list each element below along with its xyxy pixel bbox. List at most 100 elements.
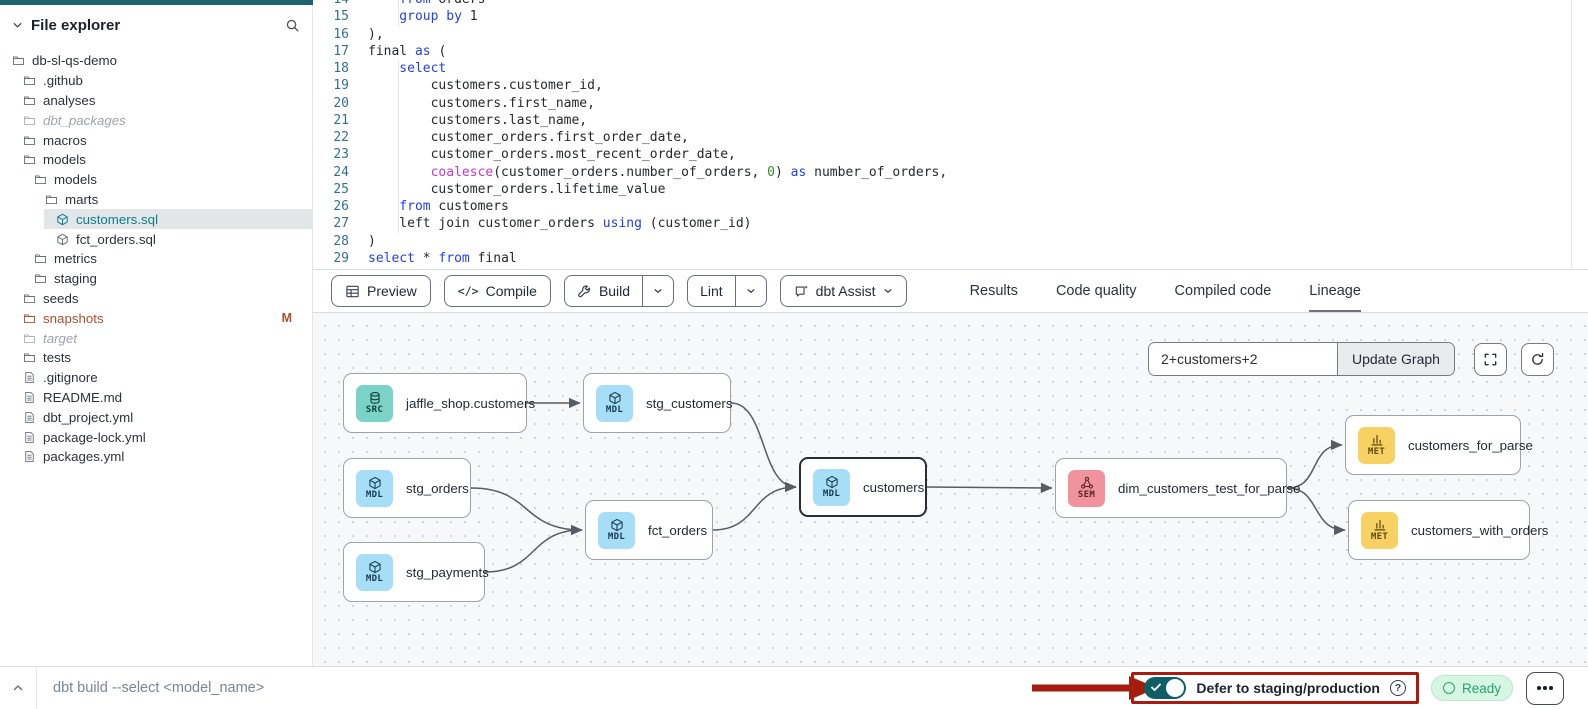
lineage-node-stg_orders[interactable]: MDLstg_orders	[343, 458, 471, 518]
tree-item-label: .github	[43, 73, 83, 88]
line-number: 19	[313, 77, 349, 94]
tree-item-target[interactable]: target	[0, 328, 312, 348]
preview-button[interactable]: Preview	[331, 275, 431, 307]
met-badge: MET	[1361, 512, 1398, 549]
search-icon[interactable]	[285, 18, 300, 33]
code-brackets-icon: </>	[458, 284, 479, 298]
lineage-node-jaffle_shop.customers[interactable]: SRCjaffle_shop.customers	[343, 373, 527, 433]
tab-code-quality[interactable]: Code quality	[1056, 270, 1137, 312]
lint-split-button: Lint	[687, 275, 767, 307]
build-button[interactable]: Build	[565, 276, 642, 306]
tree-item--github[interactable]: .github	[0, 71, 312, 91]
model-icon	[56, 213, 69, 226]
lineage-node-dim_customers_test_for_parse[interactable]: SEMdim_customers_test_for_parse	[1055, 458, 1287, 518]
code-line-19: 19 customers.customer_id,	[313, 77, 947, 94]
line-number: 26	[313, 198, 349, 215]
tree-item-packages-yml[interactable]: packages.yml	[0, 447, 312, 467]
modified-badge: M	[282, 311, 292, 325]
build-split-button: Build	[564, 275, 674, 307]
tree-item-readme-md[interactable]: README.md	[0, 388, 312, 408]
help-icon[interactable]: ?	[1390, 680, 1406, 696]
tree-item-metrics[interactable]: metrics	[0, 249, 312, 269]
node-label: customers_for_parse	[1408, 438, 1533, 453]
build-dropdown-chevron-icon[interactable]	[642, 276, 673, 306]
folder-icon	[23, 292, 36, 305]
file-explorer-panel: File explorer db-sl-qs-demo .github analys…	[0, 5, 313, 666]
line-number: 17	[313, 43, 349, 60]
status-badge[interactable]: Ready	[1431, 675, 1513, 701]
tree-item-label: staging	[54, 271, 97, 286]
folder-icon	[23, 114, 36, 127]
ready-label: Ready	[1462, 681, 1501, 696]
node-label: customers_with_orders	[1411, 523, 1548, 538]
code-editor[interactable]: 14from orders15group by 116),17final as …	[313, 0, 1588, 270]
wrench-icon	[577, 284, 592, 299]
file-icon	[23, 450, 36, 463]
lineage-node-stg_customers[interactable]: MDLstg_customers	[583, 373, 731, 433]
tab-lineage[interactable]: Lineage	[1309, 270, 1361, 312]
tree-item-label: dbt_packages	[43, 113, 126, 128]
tree-item-models[interactable]: models	[0, 150, 312, 170]
dbt-cloud-ide: File explorer db-sl-qs-demo .github analys…	[0, 0, 1588, 709]
sem-badge: SEM	[1068, 470, 1105, 507]
tree-item-models[interactable]: models	[0, 170, 312, 190]
code-line-26: 26from customers	[313, 198, 947, 215]
file-tree: db-sl-qs-demo .github analyses dbt_packages…	[0, 51, 312, 467]
file-icon	[23, 431, 36, 444]
editor-scrollbar[interactable]	[1571, 0, 1572, 269]
table-icon	[345, 284, 360, 299]
tree-item-label: target	[43, 331, 77, 346]
tree-item-analyses[interactable]: analyses	[0, 91, 312, 111]
file-explorer-header: File explorer	[0, 5, 312, 45]
update-graph-button[interactable]: Update Graph	[1337, 343, 1454, 375]
lineage-node-customers[interactable]: MDLcustomers	[799, 457, 927, 517]
tree-item-db-sl-qs-demo[interactable]: db-sl-qs-demo	[0, 51, 312, 71]
tree-item-dbt-packages[interactable]: dbt_packages	[0, 110, 312, 130]
tree-item-label: models	[43, 152, 86, 167]
more-options-button[interactable]	[1526, 672, 1564, 705]
tree-item-label: models	[54, 172, 97, 187]
folder-icon	[23, 94, 36, 107]
lint-dropdown-chevron-icon[interactable]	[735, 276, 766, 306]
lineage-node-fct_orders[interactable]: MDLfct_orders	[585, 500, 713, 560]
folder-icon	[23, 351, 36, 364]
tree-item-label: package-lock.yml	[43, 430, 146, 445]
lineage-filter-input[interactable]	[1149, 343, 1337, 375]
toolbar: Preview </> Compile Build Lint	[313, 270, 1588, 313]
lineage-node-customers_for_parse[interactable]: METcustomers_for_parse	[1345, 415, 1521, 475]
tab-results[interactable]: Results	[970, 270, 1018, 312]
tree-item-fct-orders-sql[interactable]: fct_orders.sql	[0, 229, 312, 249]
compile-button[interactable]: </> Compile	[444, 275, 551, 307]
defer-toggle[interactable]	[1144, 677, 1186, 699]
tree-item-snapshots[interactable]: snapshotsM	[0, 308, 312, 328]
lint-button[interactable]: Lint	[688, 276, 735, 306]
tree-item-tests[interactable]: tests	[0, 348, 312, 368]
lineage-filter-group: Update Graph	[1148, 342, 1455, 376]
dbt-assist-button[interactable]: dbt Assist	[780, 275, 907, 307]
tree-item-staging[interactable]: staging	[0, 269, 312, 289]
tree-item-macros[interactable]: macros	[0, 130, 312, 150]
chevron-up-icon[interactable]	[0, 667, 37, 709]
line-number: 25	[313, 181, 349, 198]
tab-compiled-code[interactable]: Compiled code	[1175, 270, 1272, 312]
tree-item--gitignore[interactable]: .gitignore	[0, 368, 312, 388]
folder-icon	[34, 272, 47, 285]
tree-item-label: fct_orders.sql	[76, 232, 156, 247]
tree-item-label: db-sl-qs-demo	[32, 53, 117, 68]
line-number: 20	[313, 95, 349, 112]
fullscreen-button[interactable]	[1474, 343, 1507, 376]
chevron-down-icon[interactable]	[12, 20, 23, 31]
refresh-button[interactable]	[1521, 343, 1554, 376]
tree-item-marts[interactable]: marts	[0, 190, 312, 210]
code-line-29: 29select * from final	[313, 250, 947, 267]
tree-item-seeds[interactable]: seeds	[0, 289, 312, 309]
lineage-node-customers_with_orders[interactable]: METcustomers_with_orders	[1348, 500, 1530, 560]
tree-item-customers-sql[interactable]: customers.sql	[44, 209, 312, 229]
lineage-controls: Update Graph	[1148, 342, 1554, 376]
tree-item-package-lock-yml[interactable]: package-lock.yml	[0, 427, 312, 447]
line-number: 24	[313, 164, 349, 181]
command-input[interactable]	[37, 680, 1123, 696]
model-icon	[56, 233, 69, 246]
tree-item-dbt-project-yml[interactable]: dbt_project.yml	[0, 407, 312, 427]
lineage-node-stg_payments[interactable]: MDLstg_payments	[343, 542, 485, 602]
